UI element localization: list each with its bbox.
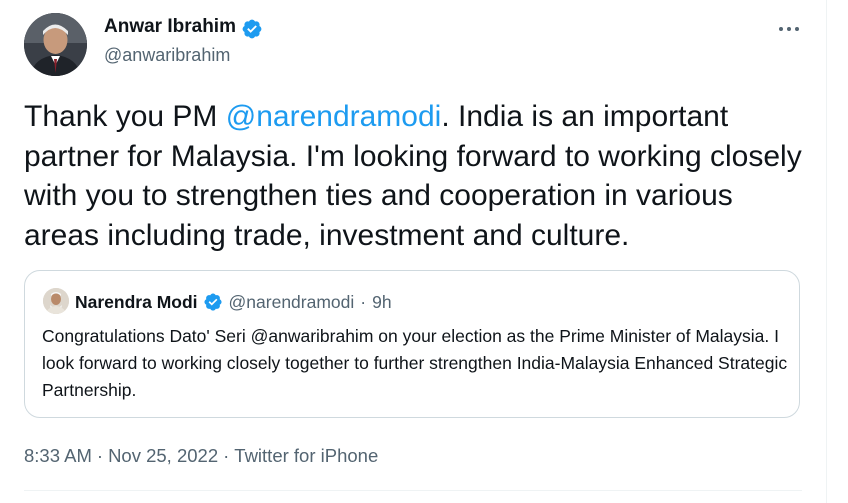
quoted-tweet-card[interactable]: Narendra Modi @narendramodi · 9h Congrat… — [24, 270, 800, 418]
more-options-icon — [779, 27, 799, 31]
meta-separator: · — [223, 445, 230, 466]
tweet: Anwar Ibrahim @anwaribrahim Thank you PM… — [0, 0, 827, 503]
quoted-tweet-header: Narendra Modi @narendramodi · 9h — [75, 290, 392, 314]
author-avatar-image — [24, 13, 87, 76]
mention-link[interactable]: @narendramodi — [226, 100, 442, 133]
tweet-date[interactable]: Nov 25, 2022 — [108, 445, 218, 466]
quoted-author-avatar-image — [43, 288, 69, 314]
divider — [24, 490, 802, 491]
quoted-tweet-text: Congratulations Dato' Seri @anwaribrahim… — [42, 326, 788, 400]
verified-badge-icon — [242, 19, 262, 39]
tweet-source[interactable]: Twitter for iPhone — [234, 445, 378, 466]
tweet-meta: 8:33 AM · Nov 25, 2022 · Twitter for iPhone — [24, 445, 378, 467]
quoted-verified-badge-icon — [203, 293, 222, 311]
tweet-time[interactable]: 8:33 AM — [24, 445, 92, 466]
author-avatar[interactable] — [24, 13, 87, 76]
quoted-timestamp: 9h — [372, 291, 392, 312]
author-handle[interactable]: @anwaribrahim — [104, 45, 230, 66]
tweet-text: Thank you PM @narendramodi. India is an … — [24, 97, 814, 255]
quoted-author-name: Narendra Modi — [75, 291, 198, 312]
meta-separator: · — [96, 445, 104, 466]
author-name[interactable]: Anwar Ibrahim — [104, 16, 236, 38]
tweet-text-start: Thank you PM — [24, 100, 226, 133]
quoted-author-handle: @narendramodi — [228, 291, 355, 312]
quoted-author-avatar — [43, 288, 69, 314]
quoted-separator: · — [360, 291, 367, 312]
more-options-button[interactable] — [776, 18, 802, 40]
